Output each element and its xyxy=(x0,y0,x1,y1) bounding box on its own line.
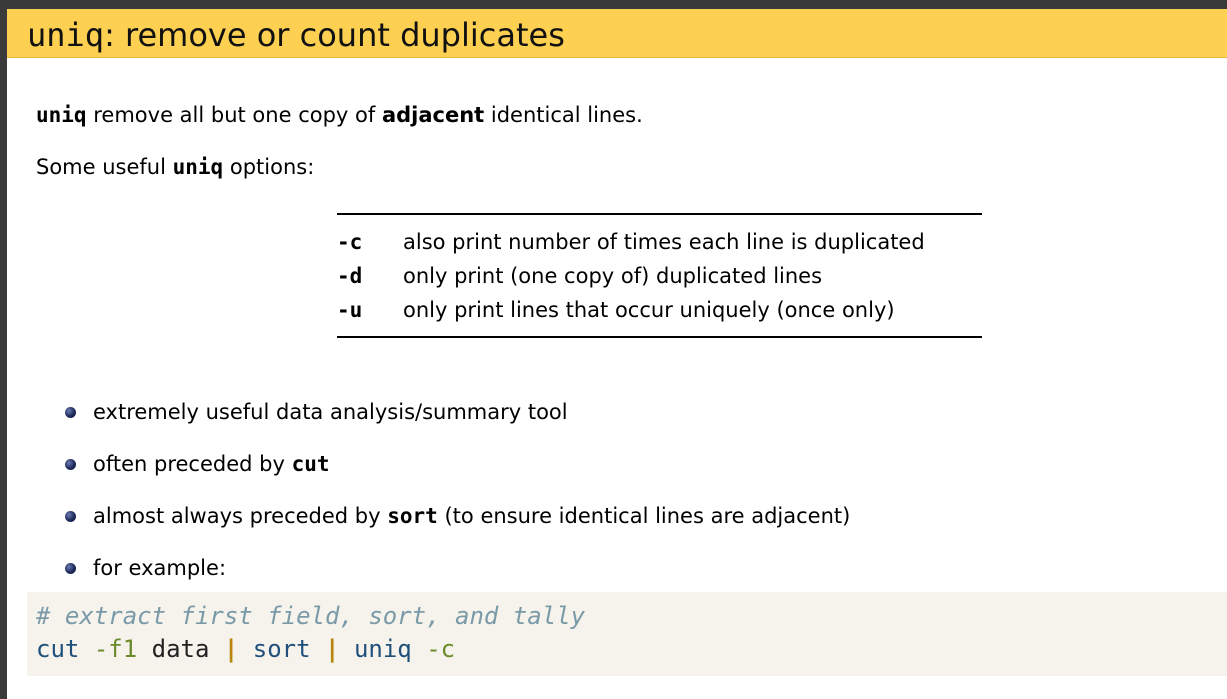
intro-text-1: remove all but one copy of xyxy=(86,103,382,127)
code-argument: -f1 xyxy=(93,635,138,663)
option-description: only print lines that occur uniquely (on… xyxy=(403,298,895,322)
title-bar: uniq: remove or count duplicates xyxy=(7,9,1227,58)
code-command-line: cut -f1 data | sort | uniq -c xyxy=(36,633,1227,666)
code-argument: -c xyxy=(426,635,456,663)
options-intro-text-1: Some useful xyxy=(36,155,173,179)
options-table: -c also print number of times each line … xyxy=(337,213,982,338)
code-pipe: | xyxy=(223,635,239,663)
code-comment: # extract first field, sort, and tally xyxy=(36,602,586,630)
option-description: only print (one copy of) duplicated line… xyxy=(403,264,823,288)
bullet-list: extremely useful data analysis/summary t… xyxy=(63,398,850,606)
bullet-dot-icon xyxy=(65,459,76,470)
bullet-text: almost always preceded by xyxy=(93,504,388,528)
slide: uniq: remove or count duplicates uniq re… xyxy=(7,9,1227,699)
intro-command: uniq xyxy=(36,103,87,127)
bullet-text: extremely useful data analysis/summary t… xyxy=(93,400,568,424)
option-description: also print number of times each line is … xyxy=(403,230,925,254)
option-row-d: -d only print (one copy of) duplicated l… xyxy=(337,259,982,293)
code-command: uniq xyxy=(353,635,412,663)
bullet-item: often preceded by cut xyxy=(63,450,850,502)
bullet-text-after: (to ensure identical lines are adjacent) xyxy=(437,504,851,528)
bullet-dot-icon xyxy=(65,511,76,522)
options-intro: Some useful uniq options: xyxy=(36,153,314,181)
code-pipe: | xyxy=(325,635,340,663)
option-flag: -c xyxy=(337,230,363,254)
bullet-item: almost always preceded by sort (to ensur… xyxy=(63,502,850,554)
option-flag: -d xyxy=(337,264,363,288)
title-command: uniq xyxy=(27,16,105,54)
options-intro-text-2: options: xyxy=(223,155,315,179)
option-row-u: -u only print lines that occur uniquely … xyxy=(337,293,982,327)
bullet-command: sort xyxy=(387,504,438,528)
bullet-text: for example: xyxy=(93,556,227,580)
options-intro-command: uniq xyxy=(172,155,224,179)
code-block: # extract first field, sort, and tally c… xyxy=(27,592,1227,676)
option-row-c: -c also print number of times each line … xyxy=(337,225,982,259)
intro-bold-word: adjacent xyxy=(381,103,485,127)
bullet-dot-icon xyxy=(65,407,76,418)
code-command: sort xyxy=(252,635,311,663)
option-flag: -u xyxy=(337,298,363,322)
intro-text-2: identical lines. xyxy=(484,103,643,127)
intro-paragraph: uniq remove all but one copy of adjacent… xyxy=(36,101,643,129)
code-command: cut xyxy=(36,635,80,663)
bullet-item: extremely useful data analysis/summary t… xyxy=(63,398,850,450)
title-text: : remove or count duplicates xyxy=(104,16,565,54)
code-word: data xyxy=(151,635,210,663)
bullet-command: cut xyxy=(291,452,330,476)
bullet-dot-icon xyxy=(65,563,76,574)
bullet-text: often preceded by xyxy=(93,452,292,476)
slide-title: uniq: remove or count duplicates xyxy=(27,15,565,55)
